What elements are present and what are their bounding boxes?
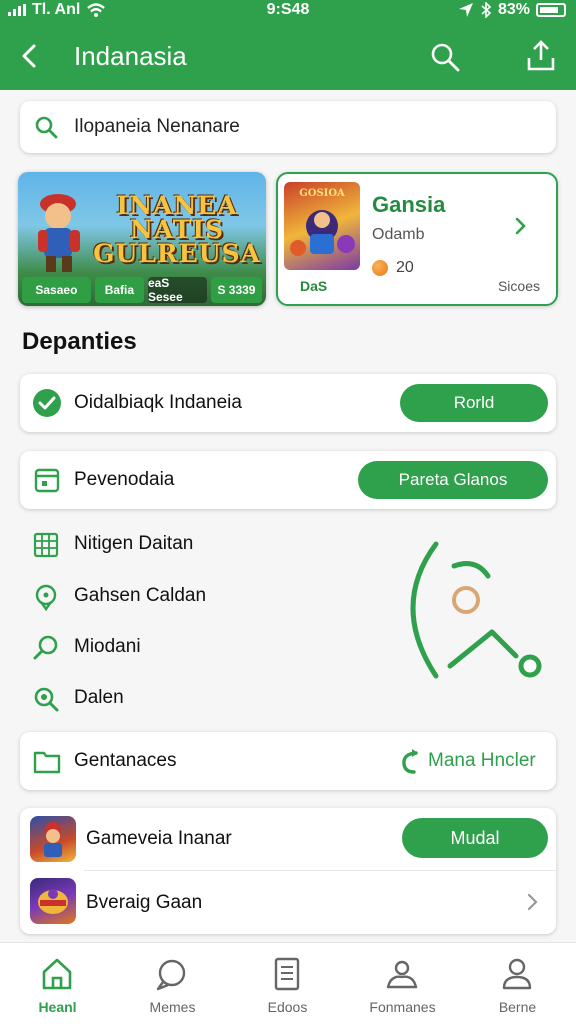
search-icon xyxy=(35,116,58,139)
banner-tag[interactable]: Bafia xyxy=(94,277,144,303)
group-icon xyxy=(386,960,418,989)
app-art-image xyxy=(44,822,62,857)
search-input[interactable]: Ilopaneia Nenanare xyxy=(74,116,240,138)
status-bar: Tl. Anl 9:S48 83% xyxy=(0,0,576,22)
grid-icon xyxy=(33,532,59,558)
coin-count: 20 xyxy=(396,259,414,276)
app-title: Gameveia Inanar xyxy=(86,828,232,849)
decorative-graphic xyxy=(410,541,542,679)
list-item-label: Gahsen Caldan xyxy=(74,585,207,606)
nav-item-profile[interactable]: Berne xyxy=(460,943,575,1024)
chat-icon xyxy=(156,959,186,991)
document-icon xyxy=(274,957,300,991)
nav-label: Berne xyxy=(498,999,537,1015)
search-icon xyxy=(33,635,58,660)
bluetooth-icon xyxy=(481,2,492,18)
list-row[interactable]: Oidalbiaqk Indaneia Rorld xyxy=(20,374,556,432)
app-title: Bveraig Gaan xyxy=(86,892,203,913)
profile-icon xyxy=(502,958,532,990)
row-label: Gentanaces xyxy=(74,750,177,771)
check-circle-icon xyxy=(33,389,61,417)
list-item-label: Dalen xyxy=(74,687,124,708)
row-label: Oidalbiaqk Indaneia xyxy=(74,392,242,413)
coin-icon xyxy=(372,260,388,276)
home-icon xyxy=(42,958,72,990)
list-row[interactable]: Gentanaces Mana Hncler xyxy=(20,732,556,790)
banner-tags: Sasaeo Bafia eaS Sesee S 3339 xyxy=(18,274,266,306)
row-label: Pevenodaia xyxy=(74,469,175,490)
list-item[interactable]: Gahsen Caldan xyxy=(32,579,232,615)
share-icon[interactable] xyxy=(524,38,558,74)
back-arrow-icon[interactable] xyxy=(14,40,46,72)
nav-item-documents[interactable]: Edoos xyxy=(230,943,345,1024)
game-tag: DaS xyxy=(300,278,328,294)
banner-tag[interactable]: Sasaeo xyxy=(22,277,91,303)
location-pin-icon xyxy=(35,584,57,611)
list-item[interactable]: Nitigen Daitan xyxy=(32,527,232,563)
svg-text:GOSIOA: GOSIOA xyxy=(299,188,345,199)
game-character-image xyxy=(38,194,80,272)
search-icon[interactable] xyxy=(428,40,462,74)
page-title: Indanasia xyxy=(74,41,187,71)
bottom-navigation: Heanl Memes Edoos Fonmanes Berne xyxy=(0,942,576,1024)
chevron-right-icon[interactable] xyxy=(508,212,532,240)
row-action-link[interactable]: Mana Hncler xyxy=(428,750,536,772)
battery-icon xyxy=(536,3,566,17)
nav-item-groups[interactable]: Fonmanes xyxy=(345,943,460,1024)
divider xyxy=(84,870,556,871)
nav-item-home[interactable]: Heanl xyxy=(0,943,115,1024)
app-thumbnail xyxy=(30,816,76,862)
game-title: Gansia xyxy=(372,192,446,217)
location-arrow-icon xyxy=(458,3,473,17)
app-thumbnail xyxy=(30,878,76,924)
battery-percent: 83% xyxy=(497,1,530,18)
calendar-icon xyxy=(34,468,60,493)
nav-label: Edoos xyxy=(267,999,308,1015)
game-art-image: GOSIOA xyxy=(290,188,355,256)
game-tag-secondary: Sicoes xyxy=(497,278,540,294)
top-bar: Tl. Anl 9:S48 83% Indanasia xyxy=(0,0,576,90)
nav-label: Memes xyxy=(149,999,196,1015)
app-action-button[interactable]: Mudal xyxy=(402,818,548,858)
folder-icon xyxy=(33,751,61,774)
banner-tag[interactable]: eaS Sesee xyxy=(147,276,207,304)
list-row[interactable]: Pevenodaia Pareta Glanos xyxy=(20,451,556,509)
search-bar[interactable]: Ilopaneia Nenanare xyxy=(20,101,556,153)
list-item[interactable]: Dalen xyxy=(32,681,232,717)
section-title: Depanties xyxy=(22,328,137,355)
banner-tag[interactable]: S 3339 xyxy=(210,277,263,303)
row-action-button[interactable]: Rorld xyxy=(400,384,548,422)
nav-item-messages[interactable]: Memes xyxy=(115,943,230,1024)
list-item-label: Miodani xyxy=(74,636,141,657)
nav-label: Fonmanes xyxy=(369,999,436,1015)
list-item[interactable]: Miodani xyxy=(32,630,232,666)
zoom-icon xyxy=(34,687,59,712)
refresh-icon xyxy=(402,749,418,774)
chevron-right-icon[interactable] xyxy=(522,890,542,914)
game-subtitle: Odamb xyxy=(372,226,425,243)
apps-card: Gameveia Inanar Mudal Bveraig Gaan xyxy=(20,808,556,934)
game-card[interactable]: GOSIOA Gansia Odamb 20 DaS Sicoes xyxy=(276,172,558,306)
banner-title: INANEA NATIS GULREUSA xyxy=(93,191,261,268)
row-action-button[interactable]: Pareta Glanos xyxy=(358,461,548,499)
nav-label: Heanl xyxy=(38,999,77,1015)
app-art-image xyxy=(38,889,68,914)
game-thumbnail: GOSIOA xyxy=(284,182,360,270)
featured-banner[interactable]: INANEA NATIS GULREUSA Sasaeo Bafia eaS S… xyxy=(18,172,266,306)
list-item-label: Nitigen Daitan xyxy=(74,533,194,554)
